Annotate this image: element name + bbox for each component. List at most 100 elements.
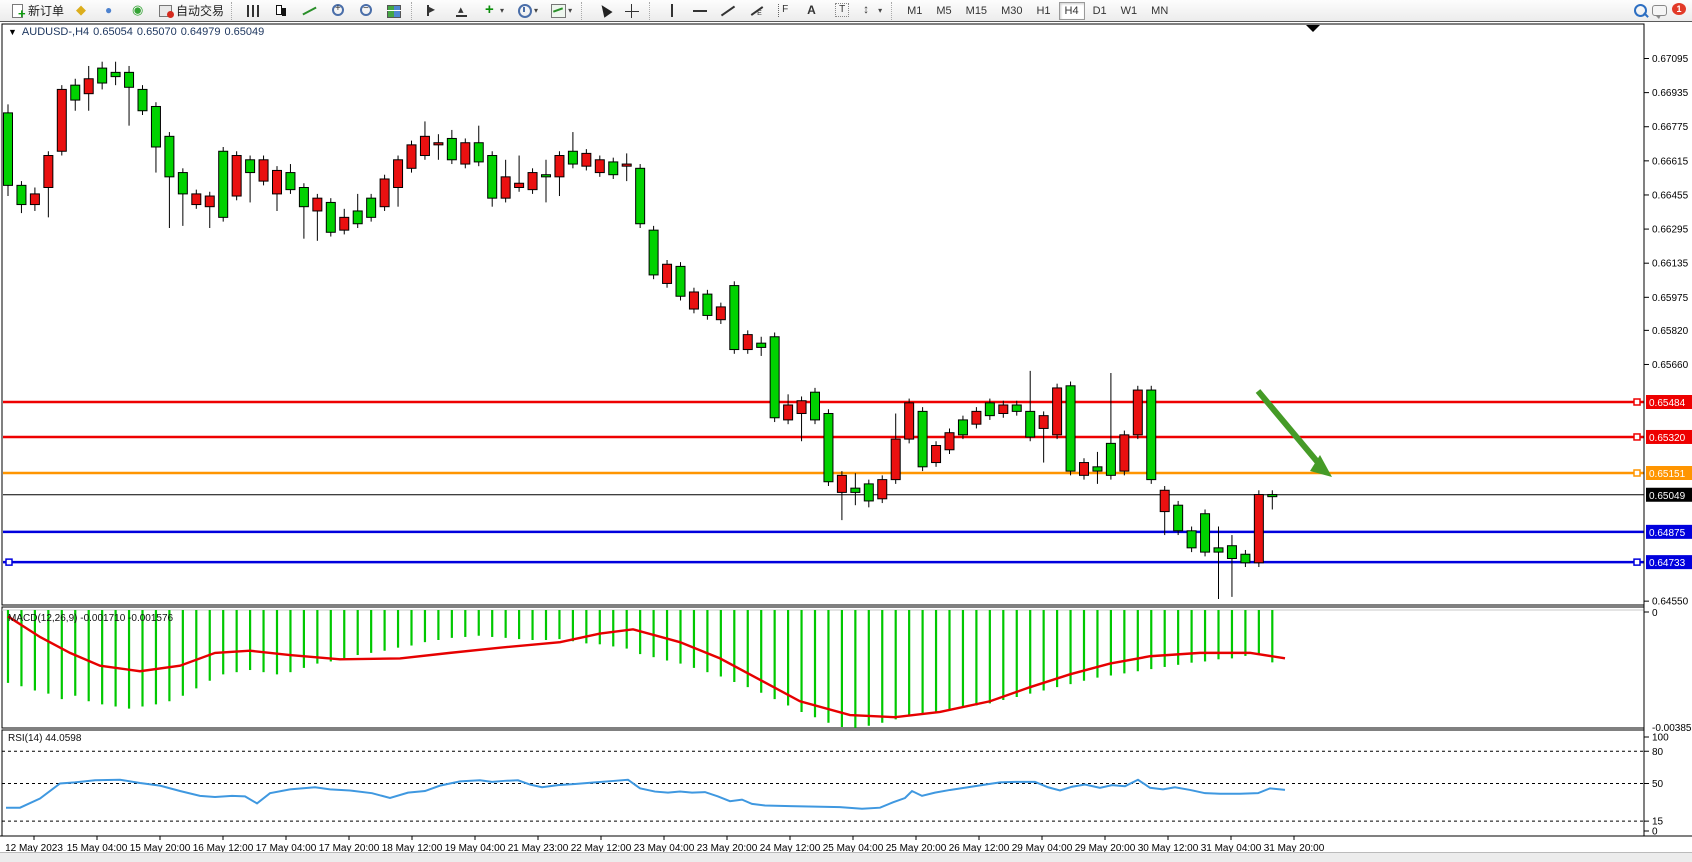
text-icon[interactable]: [798, 0, 826, 22]
label-icon: [831, 2, 849, 20]
label-icon[interactable]: [826, 0, 854, 22]
candle-body: [57, 89, 66, 151]
candle-body: [420, 136, 429, 155]
equidistant-channel-icon[interactable]: [742, 0, 770, 22]
autotrading-button[interactable]: 自动交易: [152, 0, 228, 22]
candle-body: [743, 335, 752, 350]
candle-body: [918, 411, 927, 466]
new-order-button-label: 新订单: [28, 2, 64, 19]
candle-body: [44, 156, 53, 188]
templates-icon-dropdown-arrow[interactable]: ▾: [568, 6, 572, 15]
chart-shift-icon[interactable]: [448, 0, 476, 22]
candle-body: [649, 230, 658, 275]
new-order-button[interactable]: 新订单: [4, 0, 68, 22]
candle-body: [1160, 490, 1169, 511]
candle-body: [138, 89, 147, 110]
price-chart-canvas[interactable]: 0.670950.669350.667750.666150.664550.662…: [0, 23, 1692, 862]
candle-body: [689, 292, 698, 309]
candle-body: [1120, 435, 1129, 471]
line-handle[interactable]: [1634, 559, 1640, 565]
candle-body: [165, 136, 174, 177]
arrows-icon: [859, 2, 877, 20]
line-handle[interactable]: [1634, 434, 1640, 440]
candle-body: [609, 162, 618, 175]
candle-body: [797, 401, 806, 414]
periods-icon-dropdown-arrow[interactable]: ▾: [534, 6, 538, 15]
candle-body: [353, 211, 362, 224]
candle-body: [1039, 416, 1048, 429]
candle-body: [205, 196, 214, 207]
timeframe-d1-button[interactable]: D1: [1087, 2, 1113, 20]
candle-body: [111, 72, 120, 76]
candle-body: [4, 113, 13, 185]
timeframe-m15-button[interactable]: M15: [960, 2, 993, 20]
cursor-icon[interactable]: [590, 0, 618, 22]
search-icon[interactable]: [1631, 2, 1649, 20]
line-handle[interactable]: [1634, 399, 1640, 405]
chart-profile-icon[interactable]: [68, 0, 96, 22]
line-handle[interactable]: [1634, 470, 1640, 476]
axis-price-box-label: 0.64733: [1649, 558, 1686, 569]
vertical-line-icon[interactable]: [658, 0, 686, 22]
trendline-icon[interactable]: [714, 0, 742, 22]
candle-body: [595, 160, 604, 173]
candle-body: [380, 179, 389, 207]
plot-background: [2, 24, 1644, 836]
indicators-icon: [481, 2, 499, 20]
signals-icon[interactable]: [124, 0, 152, 22]
candle-body: [84, 79, 93, 94]
sep1: [231, 2, 237, 20]
mt4-window: 新订单自动交易▾▾▾▾M1M5M15M30H1H4D1W1MN1 ▼AUDUSD…: [0, 0, 1692, 862]
zoom-in-icon[interactable]: [324, 0, 352, 22]
candle-body: [515, 183, 524, 187]
templates-icon[interactable]: ▾: [544, 0, 578, 22]
candlestick-chart-icon[interactable]: [268, 0, 296, 22]
candle-body: [851, 488, 860, 492]
timeframe-h1-button[interactable]: H1: [1030, 2, 1056, 20]
rsi-tick-label: 50: [1652, 779, 1664, 790]
candle-body: [326, 202, 335, 232]
timeframe-mn-button[interactable]: MN: [1145, 2, 1174, 20]
line-chart-icon[interactable]: [296, 0, 324, 22]
crosshair-icon[interactable]: [618, 0, 646, 22]
timeframe-w1-button[interactable]: W1: [1115, 2, 1144, 20]
candle-body: [905, 403, 914, 439]
auto-scroll-icon[interactable]: [420, 0, 448, 22]
candle-body: [1214, 548, 1223, 552]
sep3: [581, 2, 587, 20]
candle-body: [837, 475, 846, 492]
horizontal-line-icon[interactable]: [686, 0, 714, 22]
chart-area[interactable]: ▼AUDUSD-,H40.650540.650700.649790.65049 …: [0, 23, 1692, 862]
candle-body: [703, 294, 712, 315]
candle-body: [582, 153, 591, 166]
crosshair-icon: [623, 2, 641, 20]
price-tick-label: 0.67095: [1652, 54, 1689, 65]
timeframe-m30-button[interactable]: M30: [995, 2, 1028, 20]
timeframe-m5-button[interactable]: M5: [930, 2, 957, 20]
candle-body: [1026, 411, 1035, 437]
timeframe-h4-button[interactable]: H4: [1059, 2, 1085, 20]
candle-body: [259, 160, 268, 181]
zoom-out-icon: [357, 2, 375, 20]
price-tick-label: 0.66935: [1652, 88, 1689, 99]
tile-windows-icon[interactable]: [380, 0, 408, 22]
collapse-icon[interactable]: ▼: [8, 27, 17, 37]
fibonacci-icon: [775, 2, 793, 20]
chat-icon[interactable]: [1651, 2, 1669, 20]
candle-body: [192, 194, 201, 205]
indicators-icon-dropdown-arrow[interactable]: ▾: [500, 6, 504, 15]
zoom-out-icon[interactable]: [352, 0, 380, 22]
candle-body: [528, 173, 537, 190]
timeframe-m1-button[interactable]: M1: [901, 2, 928, 20]
periods-icon[interactable]: ▾: [510, 0, 544, 22]
line-handle[interactable]: [6, 559, 12, 565]
indicators-icon[interactable]: ▾: [476, 0, 510, 22]
bar-chart-icon[interactable]: [240, 0, 268, 22]
arrows-icon[interactable]: ▾: [854, 0, 888, 22]
candle-body: [555, 156, 564, 177]
community-icon[interactable]: [96, 0, 124, 22]
candle-body: [1012, 405, 1021, 411]
fibonacci-icon[interactable]: [770, 0, 798, 22]
candlestick-chart-icon: [273, 2, 291, 20]
arrows-icon-dropdown-arrow[interactable]: ▾: [878, 6, 882, 15]
